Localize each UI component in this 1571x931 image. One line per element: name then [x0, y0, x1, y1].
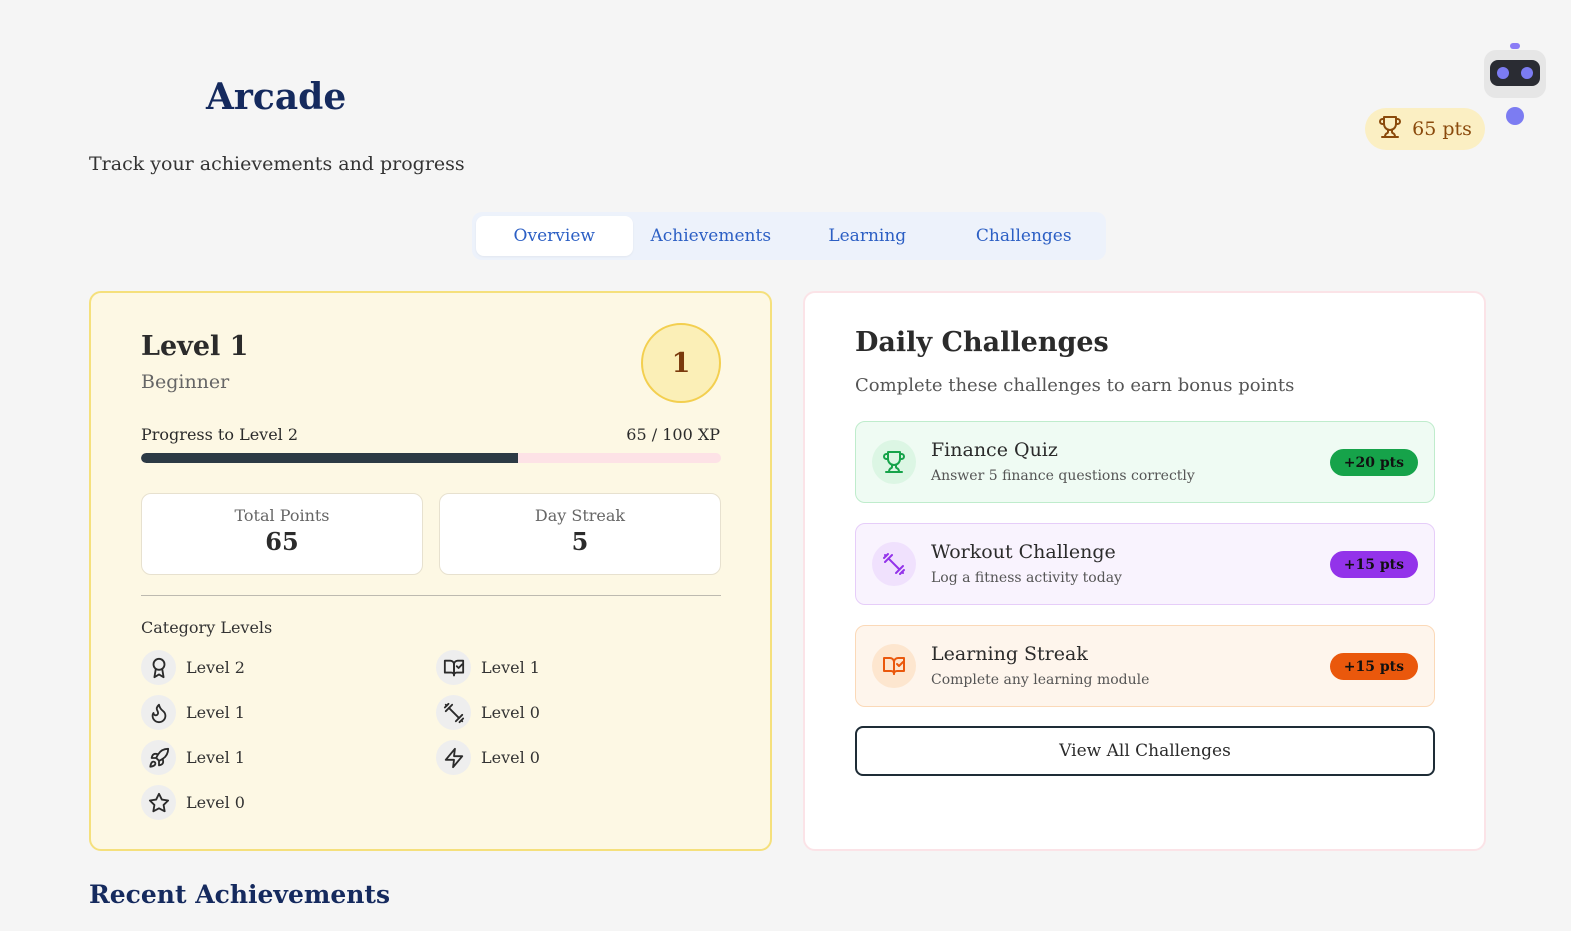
zap-icon	[436, 740, 471, 775]
category-level: Level 0	[481, 703, 540, 722]
daily-challenges-card: Daily Challenges Complete these challeng…	[803, 291, 1486, 851]
category-item-dumbbell: Level 0	[436, 695, 540, 730]
level-rank: Beginner	[141, 371, 230, 393]
book-check-icon	[872, 644, 916, 688]
progress-fill	[141, 453, 518, 463]
challenge-learning-streak[interactable]: Learning Streak Complete any learning mo…	[855, 625, 1435, 707]
category-level: Level 0	[481, 748, 540, 767]
category-level: Level 2	[186, 658, 245, 677]
stat-value: 5	[571, 527, 589, 556]
points-value: 65 pts	[1412, 118, 1472, 140]
book-check-icon	[436, 650, 471, 685]
challenge-points-badge: +15 pts	[1329, 551, 1418, 578]
points-badge: 65 pts	[1365, 108, 1485, 150]
level-badge: 1	[641, 323, 721, 403]
challenges-title: Daily Challenges	[855, 327, 1109, 358]
tab-challenges[interactable]: Challenges	[946, 216, 1103, 256]
category-level: Level 0	[186, 793, 245, 812]
assistant-robot-icon[interactable]	[1484, 40, 1546, 130]
challenge-name: Learning Streak	[931, 643, 1088, 665]
category-level: Level 1	[481, 658, 540, 677]
category-level: Level 1	[186, 703, 245, 722]
stat-label: Total Points	[234, 506, 330, 525]
tab-overview[interactable]: Overview	[476, 216, 633, 256]
rocket-icon	[141, 740, 176, 775]
dumbbell-icon	[872, 542, 916, 586]
flame-icon	[141, 695, 176, 730]
challenge-points-badge: +15 pts	[1329, 653, 1418, 680]
page-title: Arcade	[206, 76, 347, 118]
challenges-subtitle: Complete these challenges to earn bonus …	[855, 375, 1295, 396]
category-levels-heading: Category Levels	[141, 618, 273, 637]
day-streak-stat: Day Streak 5	[439, 493, 721, 575]
challenge-desc: Complete any learning module	[931, 672, 1150, 688]
tab-bar: Overview Achievements Learning Challenge…	[472, 212, 1106, 260]
divider	[141, 595, 721, 596]
award-icon	[141, 650, 176, 685]
category-item-rocket: Level 1	[141, 740, 245, 775]
category-item-award: Level 2	[141, 650, 245, 685]
category-level: Level 1	[186, 748, 245, 767]
challenge-desc: Answer 5 finance questions correctly	[931, 468, 1195, 484]
trophy-icon	[872, 440, 916, 484]
tab-achievements[interactable]: Achievements	[633, 216, 790, 256]
challenge-finance-quiz[interactable]: Finance Quiz Answer 5 finance questions …	[855, 421, 1435, 503]
progress-label: Progress to Level 2	[141, 425, 299, 444]
category-item-star: Level 0	[141, 785, 245, 820]
recent-achievements-heading: Recent Achievements	[89, 880, 391, 909]
view-all-challenges-button[interactable]: View All Challenges	[855, 726, 1435, 776]
challenge-workout[interactable]: Workout Challenge Log a fitness activity…	[855, 523, 1435, 605]
level-card: Level 1 Beginner 1 Progress to Level 2 6…	[89, 291, 772, 851]
category-item-flame: Level 1	[141, 695, 245, 730]
page-subtitle: Track your achievements and progress	[89, 153, 465, 175]
challenge-name: Finance Quiz	[931, 439, 1058, 461]
challenge-points-badge: +20 pts	[1329, 449, 1418, 476]
total-points-stat: Total Points 65	[141, 493, 423, 575]
trophy-icon	[1378, 115, 1402, 144]
challenge-name: Workout Challenge	[931, 541, 1116, 563]
category-item-book: Level 1	[436, 650, 540, 685]
tab-learning[interactable]: Learning	[789, 216, 946, 256]
level-title: Level 1	[141, 331, 249, 362]
stat-label: Day Streak	[534, 506, 626, 525]
stat-value: 65	[265, 527, 299, 556]
star-icon	[141, 785, 176, 820]
progress-bar	[141, 453, 721, 463]
category-item-zap: Level 0	[436, 740, 540, 775]
dumbbell-icon	[436, 695, 471, 730]
challenge-desc: Log a fitness activity today	[931, 570, 1122, 586]
progress-value: 65 / 100 XP	[626, 425, 720, 444]
